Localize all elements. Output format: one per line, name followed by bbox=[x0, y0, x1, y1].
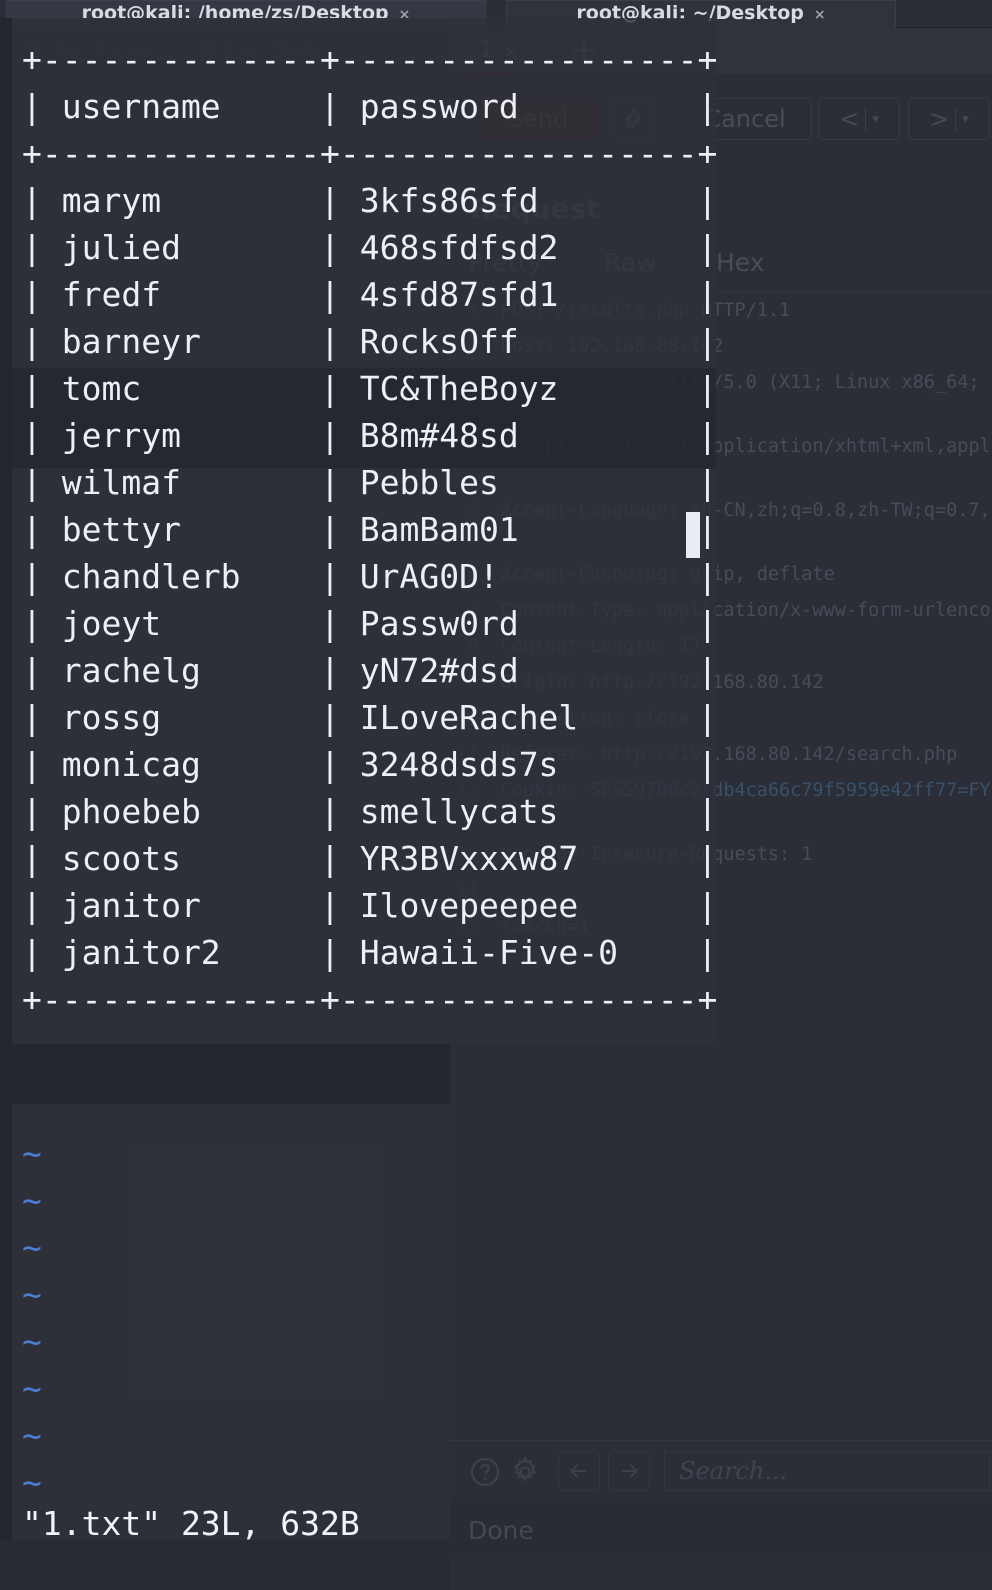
vim-status-line: "1.txt" 23L, 632B bbox=[22, 1504, 360, 1543]
terminal-status-strip bbox=[0, 1540, 450, 1590]
nav-next-label: > bbox=[929, 105, 950, 133]
tab-hex[interactable]: Hex bbox=[716, 248, 765, 277]
vim-empty-line-marker: ~ bbox=[22, 1181, 42, 1220]
table-row: | tomc | TC&TheBoyz | bbox=[22, 369, 718, 408]
table-row: | janitor2 | Hawaii-Five-0 | bbox=[22, 933, 718, 972]
nav-previous-label: < bbox=[839, 105, 860, 133]
chevron-down-icon[interactable]: ▾ bbox=[962, 112, 969, 127]
arrow-right-icon[interactable] bbox=[608, 1451, 650, 1491]
table-row: | joeyt | Passw0rd | bbox=[22, 604, 718, 643]
nav-next-button[interactable]: > ▾ bbox=[908, 98, 990, 140]
gear-icon[interactable] bbox=[508, 1455, 542, 1493]
vim-empty-line-marker: ~ bbox=[22, 1322, 42, 1361]
table-row: | scoots | YR3BVxxxw87 | bbox=[22, 839, 718, 878]
table-row: | jerrym | B8m#48sd | bbox=[22, 416, 718, 455]
table-row: | monicag | 3248dsds7s | bbox=[22, 745, 718, 784]
table-row: | julied | 468sfdfsd2 | bbox=[22, 228, 718, 267]
vim-empty-line-marker: ~ bbox=[22, 1275, 42, 1314]
table-row: | bettyr | BamBam01 | bbox=[22, 510, 718, 549]
close-icon[interactable]: × bbox=[814, 7, 826, 23]
question-circle-icon[interactable] bbox=[468, 1455, 502, 1493]
vim-empty-line-marker: ~ bbox=[22, 1134, 42, 1173]
status-bar: Done bbox=[450, 1502, 992, 1558]
table-row: | wilmaf | Pebbles | bbox=[22, 463, 718, 502]
vim-empty-line-marker: ~ bbox=[22, 1228, 42, 1267]
nav-previous-button[interactable]: < ▾ bbox=[818, 98, 900, 140]
vim-empty-line-marker: ~ bbox=[22, 1369, 42, 1408]
table-border: +--------------+------------------+ bbox=[22, 40, 718, 79]
table-row: | barneyr | RocksOff | bbox=[22, 322, 718, 361]
table-row: | fredf | 4sfd87sfd1 | bbox=[22, 275, 718, 314]
divider bbox=[955, 107, 957, 131]
table-row: | chandlerb | UrAG0D! | bbox=[22, 557, 718, 596]
vim-empty-line-marker: ~ bbox=[22, 1416, 42, 1455]
chevron-down-icon[interactable]: ▾ bbox=[872, 112, 879, 127]
table-row: | rossg | ILoveRachel | bbox=[22, 698, 718, 737]
table-row: | rachelg | yN72#dsd | bbox=[22, 651, 718, 690]
table-row: | marym | 3kfs86sfd | bbox=[22, 181, 718, 220]
table-border: +--------------+------------------+ bbox=[22, 134, 718, 173]
table-header-row: | username | password | bbox=[22, 87, 718, 126]
text-cursor bbox=[686, 512, 700, 558]
vim-empty-line-marker: ~ bbox=[22, 1463, 42, 1502]
terminal-left-gutter bbox=[0, 18, 12, 1590]
arrow-left-icon[interactable] bbox=[558, 1451, 600, 1491]
search-input[interactable]: Search... bbox=[664, 1451, 990, 1491]
terminal-lower-band bbox=[0, 1044, 450, 1104]
divider bbox=[865, 107, 867, 131]
table-border: +--------------+------------------+ bbox=[22, 980, 718, 1019]
table-row: | janitor | Ilovepeepee | bbox=[22, 886, 718, 925]
burp-bottom-toolbar: Search... bbox=[450, 1440, 992, 1502]
table-row: | phoebeb | smellycats | bbox=[22, 792, 718, 831]
